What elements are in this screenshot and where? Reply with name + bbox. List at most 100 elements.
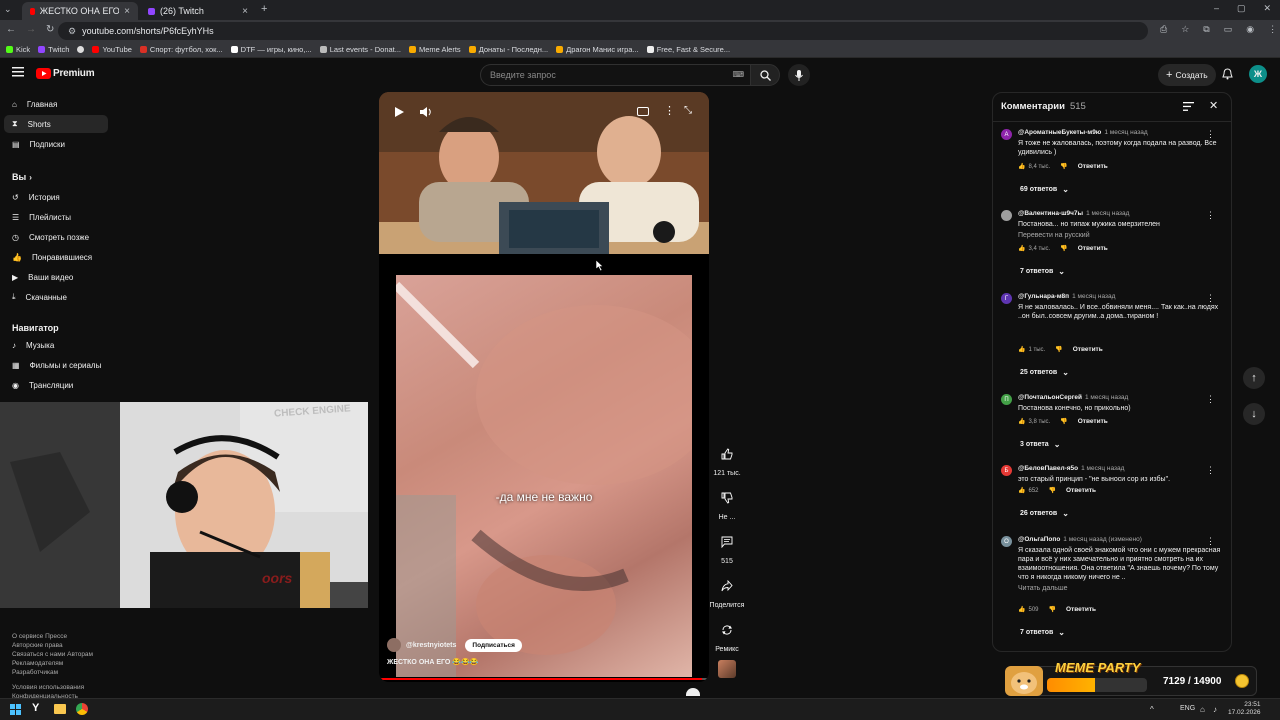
comment-like-button[interactable]: 👍 3,4 тыс. <box>1018 245 1050 253</box>
bookmark-star-icon[interactable]: ☆ <box>1181 24 1189 35</box>
browser-tab-youtube[interactable]: ЖЕСТКО ОНА ЕГО 😂😂😂 × <box>22 2 138 20</box>
bookmark-dtf[interactable]: DTF — игры, кино,... <box>230 45 312 54</box>
sound-thumbnail[interactable] <box>718 660 736 678</box>
comment-dislike-icon[interactable]: 👎 <box>1060 418 1067 425</box>
notifications-bell-icon[interactable] <box>1222 68 1233 80</box>
reload-icon[interactable]: ↻ <box>46 24 54 35</box>
comment-like-button[interactable]: 👍 509 <box>1018 606 1039 614</box>
show-replies-button[interactable]: 25 ответов ⌄ <box>1020 368 1069 377</box>
bookmark-donaty[interactable]: Донаты - Последн... <box>468 45 548 54</box>
sidepanel-icon[interactable]: ▭ <box>1224 24 1233 35</box>
install-icon[interactable]: ⎙ <box>1160 24 1167 35</box>
sidebar-you-heading[interactable]: Вы › <box>12 172 32 182</box>
show-replies-button[interactable]: 69 ответов ⌄ <box>1020 185 1069 194</box>
close-tab-icon[interactable]: × <box>242 6 248 17</box>
back-icon[interactable]: ← <box>6 24 16 35</box>
clock[interactable]: 23:51 17.02.2026 <box>1228 701 1261 717</box>
close-tab-icon[interactable]: × <box>124 6 130 17</box>
remix-button[interactable]: Ремикс <box>708 619 746 653</box>
speaker-icon[interactable]: ♪ <box>1213 705 1217 714</box>
dislike-button[interactable]: Не ... <box>708 487 746 521</box>
sidebar-item-shorts[interactable]: ⧗ Shorts <box>4 115 108 133</box>
maximize-icon[interactable]: ▢ <box>1237 3 1246 14</box>
sidebar-item-history[interactable]: ↺ История <box>4 188 108 206</box>
forward-icon[interactable]: → <box>26 24 36 35</box>
comment-author[interactable]: @АроматныеБукеты-м9ю 1 месяц назад <box>1018 129 1148 136</box>
next-short-button[interactable]: ↓ <box>1243 403 1265 425</box>
short-title[interactable]: ЖЕСТКО ОНА ЕГО 😂😂😂 <box>387 658 478 666</box>
comment-author[interactable]: @БеловПавел-я5о 1 месяц назад <box>1018 465 1124 472</box>
tray-chevron-icon[interactable]: ^ <box>1150 705 1154 714</box>
sidebar-item-liked[interactable]: 👍 Понравившиеся <box>4 248 108 266</box>
extensions-icon[interactable]: ⧉ <box>1203 24 1209 35</box>
channel-avatar[interactable] <box>387 638 401 652</box>
show-replies-button[interactable]: 26 ответов ⌄ <box>1020 509 1069 518</box>
sort-icon[interactable] <box>1183 102 1194 111</box>
browser-tab-twitch[interactable]: (26) Twitch × <box>140 2 256 20</box>
site-info-icon[interactable]: ⚙ <box>68 26 76 37</box>
comment-avatar[interactable] <box>1001 210 1012 221</box>
comment-avatar[interactable]: О <box>1001 536 1012 547</box>
sidebar-item-subscriptions[interactable]: ▤ Подписки <box>4 135 108 153</box>
comment-like-button[interactable]: 👍 3,8 тыс. <box>1018 418 1050 426</box>
comment-dislike-icon[interactable]: 👎 <box>1049 606 1056 613</box>
comment-avatar[interactable]: Б <box>1001 465 1012 476</box>
like-button[interactable]: 121 тыс. <box>708 443 746 477</box>
tab-list-icon[interactable]: ⌄ <box>4 4 12 15</box>
bookmark-free[interactable]: Free, Fast & Secure... <box>646 45 730 54</box>
comment-secondary-link[interactable]: Перевести на русский <box>1018 231 1223 240</box>
sidebar-item-movies[interactable]: ▦ Фильмы и сериалы <box>4 356 108 374</box>
reply-button[interactable]: Ответить <box>1078 418 1108 425</box>
comment-dislike-icon[interactable]: 👎 <box>1055 346 1062 353</box>
comment-dislike-icon[interactable]: 👎 <box>1060 245 1067 252</box>
show-replies-button[interactable]: 7 ответов ⌄ <box>1020 267 1065 276</box>
comment-like-button[interactable]: 👍 652 <box>1018 487 1039 495</box>
sidebar-item-home[interactable]: ⌂ Главная <box>4 95 108 113</box>
subscribe-button[interactable]: Подписаться <box>465 638 522 652</box>
sidebar-item-music[interactable]: ♪ Музыка <box>4 336 108 354</box>
previous-short-button[interactable]: ↑ <box>1243 367 1265 389</box>
footer-link[interactable]: Условия использования <box>12 683 122 692</box>
more-options-icon[interactable]: ⋮ <box>664 104 675 117</box>
bookmark-meme-alerts[interactable]: Meme Alerts <box>409 45 461 54</box>
share-button[interactable]: Поделится <box>708 575 746 609</box>
omnibox[interactable]: ⚙ youtube.com/shorts/P6fcEyhYHs <box>58 22 1148 40</box>
channel-name[interactable]: @krestnyiotets <box>406 642 456 649</box>
hamburger-menu-icon[interactable] <box>12 67 24 77</box>
progress-thumb[interactable] <box>686 688 700 696</box>
fullscreen-icon[interactable]: ⤡ <box>684 105 692 116</box>
comment-avatar[interactable]: А <box>1001 129 1012 140</box>
footer-link[interactable]: Авторские права <box>12 641 122 650</box>
network-icon[interactable]: ⌂ <box>1200 705 1205 714</box>
create-button[interactable]: + Создать <box>1158 64 1216 86</box>
comment-avatar[interactable]: Г <box>1001 293 1012 304</box>
bookmark-youtube[interactable]: YouTube <box>92 45 132 54</box>
reply-button[interactable]: Ответить <box>1066 487 1096 494</box>
keyboard-icon[interactable]: ⌨ <box>732 70 744 79</box>
close-window-icon[interactable]: ✕ <box>1264 3 1272 14</box>
comment-author[interactable]: @Гульнара-м8п 1 месяц назад <box>1018 293 1115 300</box>
language-indicator[interactable]: ENG <box>1180 705 1195 712</box>
comment-author[interactable]: @ПочтальонСергей 1 месяц назад <box>1018 394 1128 401</box>
file-explorer-icon[interactable] <box>54 704 66 714</box>
captions-icon[interactable] <box>637 107 649 116</box>
reply-button[interactable]: Ответить <box>1073 346 1103 353</box>
windows-start-icon[interactable] <box>10 704 21 715</box>
footer-link[interactable]: Разработчикам <box>12 668 122 677</box>
sidebar-item-watch-later[interactable]: ◷ Смотреть позже <box>4 228 108 246</box>
comment-author[interactable]: @Валентина-ш9ч7ы 1 месяц назад <box>1018 210 1129 217</box>
comment-author[interactable]: @ОльгаПопо 1 месяц назад (изменено) <box>1018 536 1142 543</box>
footer-link[interactable]: Рекламодателям <box>12 659 122 668</box>
footer-links[interactable]: О сервисе Прессе <box>12 632 122 641</box>
new-tab-icon[interactable]: + <box>261 3 267 15</box>
shorts-player[interactable]: ⋮ ⤡ -да мне не важно @krestnyiotets Подп… <box>379 92 709 682</box>
search-input[interactable]: Введите запрос ⌨ <box>480 64 750 86</box>
bookmark-donat[interactable]: Last events - Donat... <box>319 45 401 54</box>
sidebar-item-downloads[interactable]: ⤓ Скачанные <box>4 288 108 306</box>
sidebar-item-playlists[interactable]: ☰ Плейлисты <box>4 208 108 226</box>
youtube-logo[interactable]: Premium <box>36 68 95 79</box>
bookmark-github[interactable] <box>77 46 85 53</box>
reply-button[interactable]: Ответить <box>1078 245 1108 252</box>
comment-like-button[interactable]: 👍 8,4 тыс. <box>1018 163 1050 171</box>
voice-search-button[interactable] <box>788 64 810 86</box>
